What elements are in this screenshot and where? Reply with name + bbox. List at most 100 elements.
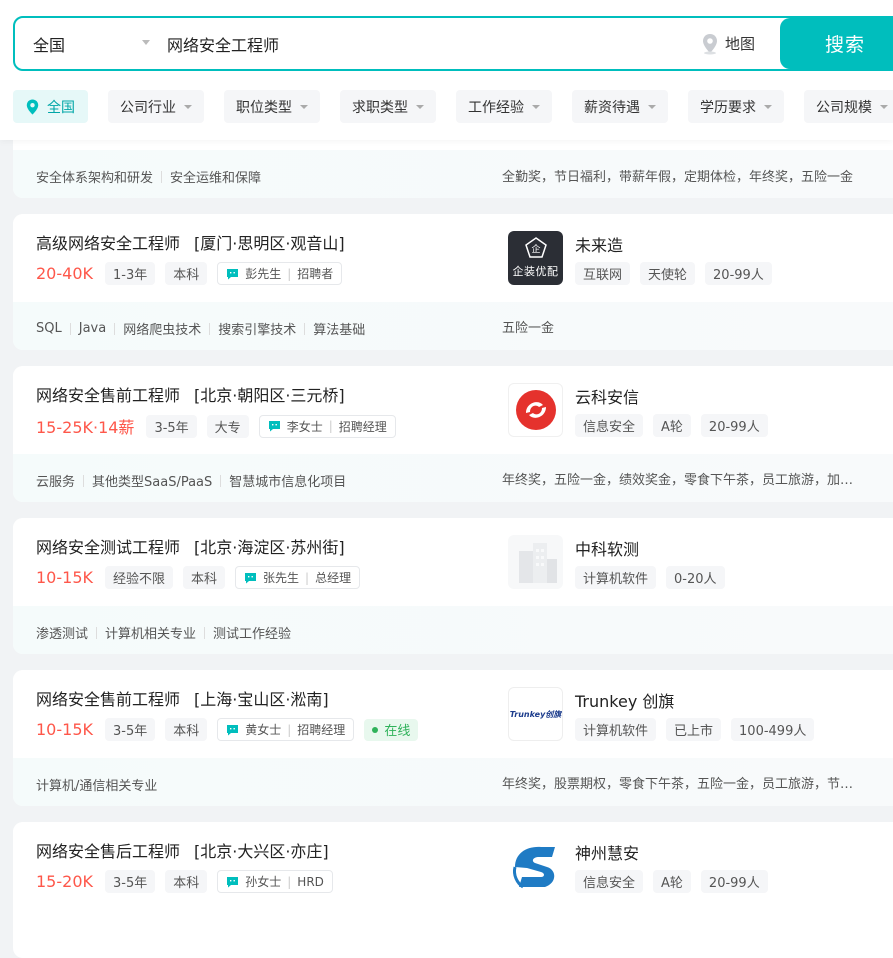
skill-tag: 安全体系架构和研发: [36, 171, 154, 186]
company-emblem-icon: 企: [524, 237, 547, 258]
search-header: 全国 网络安全工程师 地图 搜索 全国 公司行业 职位类型 求职类型 工作经验 …: [0, 0, 893, 140]
skill-list: 渗透测试 计算机相关专业 测试工作经验: [36, 623, 291, 642]
recruiter-name: 孙女士: [245, 875, 282, 889]
chat-icon: [227, 268, 239, 279]
company-swirl-logo-icon: [515, 390, 556, 430]
filter-job-type[interactable]: 求职类型: [340, 90, 436, 123]
job-name: 网络安全售后工程师: [36, 842, 181, 861]
chat-icon: [227, 724, 239, 735]
svg-text:企: 企: [531, 243, 540, 255]
city-select[interactable]: 全国: [15, 18, 150, 69]
city-select-value: 全国: [33, 35, 66, 55]
job-card[interactable]: 高级网络安全工程师 [厦门·思明区·观音山] 20-40K 1-3年 本科 彭先生…: [13, 214, 893, 350]
skill-tag: 测试工作经验: [196, 623, 291, 642]
company-name[interactable]: Trunkey 创旗: [575, 688, 674, 712]
company-name[interactable]: 中科软测: [575, 536, 639, 560]
welfare-text: 全勤奖，节日福利，带薪年假，定期体检，年终奖，五险一金: [502, 170, 854, 185]
building-placeholder-icon: [518, 543, 557, 583]
recruiter-role: HRD: [297, 874, 324, 889]
company-tag: 信息安全: [575, 414, 644, 437]
job-card[interactable]: 网络安全售前工程师 [北京·朝阳区·三元桥] 15-25K·14薪 3-5年 大专…: [13, 366, 893, 502]
filter-experience[interactable]: 工作经验: [456, 90, 552, 123]
company-tag: A轮: [653, 414, 691, 437]
company-name[interactable]: 神州慧安: [575, 840, 639, 864]
recruiter-chip[interactable]: 张先生 | 总经理: [235, 566, 361, 589]
company-logo[interactable]: Trunkey创旗: [508, 687, 563, 741]
salary: 10-15K: [36, 720, 93, 739]
welfare-text: 年终奖，五险一金，绩效奖金，零食下午茶，员工旅游，加班补助: [502, 473, 854, 488]
skill-list: 安全体系架构和研发 安全运维和保障: [36, 167, 261, 186]
company-tags: 信息安全 A轮 20-99人: [575, 870, 768, 893]
filter-label: 职位类型: [236, 99, 292, 116]
caret-down-icon: [300, 104, 308, 109]
search-button[interactable]: 搜索: [780, 18, 893, 69]
filter-location[interactable]: 全国: [13, 90, 88, 123]
job-info: 15-25K·14薪 3-5年 大专 李女士 | 招聘经理: [36, 414, 396, 438]
filter-company-size[interactable]: 公司规模: [804, 90, 893, 123]
company-name[interactable]: 未来造: [575, 232, 623, 256]
company-tag: 计算机软件: [575, 718, 657, 741]
company-tag: 信息安全: [575, 870, 644, 893]
map-button[interactable]: 地图: [701, 18, 781, 69]
company-tags: 计算机软件 已上市 100-499人: [575, 718, 815, 741]
filter-label: 学历要求: [700, 99, 756, 116]
job-title[interactable]: 网络安全售前工程师 [北京·朝阳区·三元桥]: [36, 382, 345, 406]
job-name: 网络安全测试工程师: [36, 538, 181, 557]
company-logo[interactable]: [508, 535, 563, 589]
salary: 10-15K: [36, 568, 93, 587]
search-input[interactable]: 网络安全工程师: [167, 18, 687, 69]
degree-tag: 本科: [165, 262, 208, 285]
filter-bar: 全国 公司行业 职位类型 求职类型 工作经验 薪资待遇 学历要求 公司规模: [13, 90, 893, 124]
skill-tag: 计算机/通信相关专业: [36, 779, 158, 794]
recruiter-role: 招聘经理: [338, 419, 387, 434]
company-tags: 信息安全 A轮 20-99人: [575, 414, 768, 437]
online-badge: 在线: [364, 718, 419, 741]
filter-industry[interactable]: 公司行业: [108, 90, 204, 123]
caret-down-icon: [416, 104, 424, 109]
job-card[interactable]: 网络安全售前工程师 [上海·宝山区·淞南] 10-15K 3-5年 本科 黄女士 |…: [13, 670, 893, 806]
recruiter-role: 总经理: [315, 571, 352, 585]
skill-tag: 其他类型SaaS/PaaS: [75, 471, 212, 490]
job-info: 20-40K 1-3年 本科 彭先生 | 招聘者: [36, 262, 343, 285]
company-tags: 互联网 天使轮 20-99人: [575, 262, 772, 285]
recruiter-role: 招聘经理: [297, 723, 346, 737]
job-card[interactable]: 网络安全售后工程师 [北京·大兴区·亦庄] 15-20K 3-5年 本科 孙女士 |…: [13, 822, 893, 958]
filter-degree[interactable]: 学历要求: [688, 90, 784, 123]
job-title[interactable]: 网络安全售后工程师 [北京·大兴区·亦庄]: [36, 838, 329, 862]
salary: 15-25K·14薪: [36, 418, 135, 437]
job-area: [上海·宝山区·淞南]: [194, 690, 329, 709]
job-card[interactable]: 网络安全测试工程师 [北京·海淀区·苏州街] 10-15K 经验不限 本科 张先生…: [13, 518, 893, 654]
company-tag: 已上市: [666, 718, 722, 741]
experience-tag: 3-5年: [104, 718, 156, 741]
caret-down-icon: [532, 104, 540, 109]
company-logo[interactable]: [508, 839, 563, 893]
filter-label: 薪资待遇: [584, 99, 640, 116]
job-title[interactable]: 高级网络安全工程师 [厦门·思明区·观音山]: [36, 230, 345, 254]
job-card-partial[interactable]: 安全体系架构和研发 安全运维和保障 全勤奖，节日福利，带薪年假，定期体检，年终奖…: [13, 130, 893, 198]
recruiter-name: 彭先生: [245, 267, 282, 281]
recruiter-chip[interactable]: 黄女士 | 招聘经理: [217, 718, 355, 741]
recruiter-chip[interactable]: 彭先生 | 招聘者: [217, 262, 343, 285]
company-tag: A轮: [653, 870, 691, 893]
company-tag: 100-499人: [731, 718, 815, 741]
skill-tag: 安全运维和保障: [153, 167, 261, 186]
skill-tag: 网络爬虫技术: [106, 319, 201, 338]
filter-label: 求职类型: [352, 99, 408, 116]
filter-label: 工作经验: [468, 99, 524, 116]
filter-salary[interactable]: 薪资待遇: [572, 90, 668, 123]
filter-label: 公司行业: [120, 99, 176, 116]
experience-tag: 1-3年: [104, 262, 156, 285]
filter-position-type[interactable]: 职位类型: [224, 90, 320, 123]
company-logo[interactable]: 企 企装优配: [508, 231, 563, 285]
recruiter-name: 张先生: [263, 571, 300, 585]
map-button-label: 地图: [725, 35, 756, 53]
recruiter-chip[interactable]: 孙女士 | HRD: [217, 870, 333, 893]
recruiter-name: 黄女士: [245, 723, 282, 737]
job-title[interactable]: 网络安全售前工程师 [上海·宝山区·淞南]: [36, 686, 329, 710]
skill-list: SQL Java 网络爬虫技术 搜索引擎技术 算法基础: [36, 319, 365, 338]
company-name[interactable]: 云科安信: [575, 384, 639, 408]
job-title[interactable]: 网络安全测试工程师 [北京·海淀区·苏州街]: [36, 534, 345, 558]
recruiter-chip[interactable]: 李女士 | 招聘经理: [258, 414, 396, 438]
job-name: 网络安全售前工程师: [36, 386, 181, 405]
company-logo[interactable]: [508, 383, 563, 437]
